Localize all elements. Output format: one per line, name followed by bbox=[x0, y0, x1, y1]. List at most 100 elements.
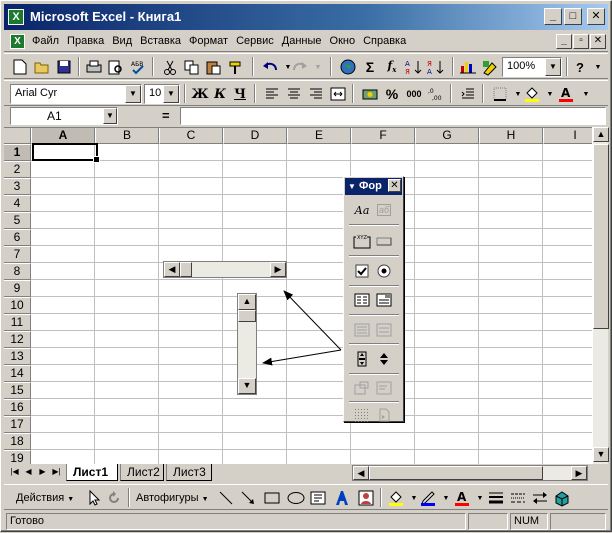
row-header[interactable]: 8 bbox=[4, 263, 31, 280]
menu-item[interactable]: Справка bbox=[363, 35, 406, 47]
sort-descending-icon[interactable]: ЯА bbox=[426, 57, 446, 77]
menu-item[interactable]: Вид bbox=[112, 35, 132, 47]
scroll-left-icon[interactable]: ◀ bbox=[353, 466, 369, 480]
copy-icon[interactable] bbox=[182, 57, 202, 77]
line-color-icon[interactable] bbox=[418, 488, 438, 508]
edit-code-icon[interactable] bbox=[374, 378, 394, 398]
line-icon[interactable] bbox=[216, 488, 236, 508]
help-dropdown-icon[interactable]: ▼ bbox=[588, 57, 608, 77]
excel-app-icon[interactable]: X bbox=[8, 9, 24, 25]
actions-menu[interactable]: Действия ▼ bbox=[16, 492, 74, 504]
3d-style-icon[interactable] bbox=[552, 488, 572, 508]
workbook-icon[interactable]: X bbox=[10, 34, 25, 49]
menu-item[interactable]: Файл bbox=[32, 35, 59, 47]
scroll-thumb[interactable] bbox=[369, 466, 543, 480]
cut-icon[interactable] bbox=[160, 57, 180, 77]
arrow-icon[interactable] bbox=[238, 488, 258, 508]
chevron-down-icon[interactable]: ▼ bbox=[103, 108, 117, 124]
chevron-down-icon[interactable]: ▼ bbox=[125, 85, 141, 103]
chevron-down-icon[interactable]: ▼ bbox=[238, 378, 256, 394]
toggle-grid-icon[interactable] bbox=[352, 405, 372, 425]
font-size-select[interactable]: 10 ▼ bbox=[144, 84, 180, 104]
cell-area[interactable] bbox=[31, 144, 592, 464]
row-header[interactable]: 2 bbox=[4, 161, 31, 178]
row-header[interactable]: 18 bbox=[4, 433, 31, 450]
wordart-icon[interactable] bbox=[332, 488, 352, 508]
sheet-vertical-scrollbar[interactable]: ▲ ▼ bbox=[592, 127, 609, 464]
scroll-thumb[interactable] bbox=[593, 144, 609, 329]
bold-button[interactable]: Ж bbox=[190, 84, 210, 104]
undo-icon[interactable] bbox=[260, 57, 280, 77]
column-header[interactable]: I bbox=[543, 128, 592, 144]
column-header[interactable]: B bbox=[95, 128, 159, 144]
chevron-left-icon[interactable]: ◀ bbox=[164, 262, 180, 277]
forms-menu-icon[interactable]: ▼ bbox=[348, 182, 356, 191]
combo-list-edit-icon[interactable] bbox=[352, 320, 372, 340]
italic-button[interactable]: К bbox=[210, 84, 230, 104]
dash-style-icon[interactable] bbox=[508, 488, 528, 508]
forms-close-button[interactable]: ✕ bbox=[388, 179, 401, 192]
zoom-select[interactable]: 100% ▼ bbox=[502, 57, 562, 77]
row-header[interactable]: 10 bbox=[4, 297, 31, 314]
name-box[interactable]: A1 ▼ bbox=[10, 107, 118, 125]
list-box-icon[interactable] bbox=[352, 290, 372, 310]
sort-ascending-icon[interactable]: АЯ bbox=[404, 57, 424, 77]
row-header[interactable]: 7 bbox=[4, 246, 31, 263]
spelling-icon[interactable]: АБВ bbox=[128, 57, 148, 77]
next-sheet-icon[interactable]: ▶ bbox=[36, 465, 49, 480]
row-header[interactable]: 19 bbox=[4, 450, 31, 464]
scrollbar-thumb[interactable] bbox=[180, 262, 192, 277]
chevron-down-icon[interactable]: ▼ bbox=[545, 58, 561, 76]
draw-font-color-icon[interactable]: A bbox=[452, 488, 472, 508]
thousands-separator-button[interactable]: 000 bbox=[404, 84, 424, 104]
menu-item[interactable]: Вставка bbox=[140, 35, 181, 47]
increase-decimal-icon[interactable]: ,0,00 bbox=[426, 84, 446, 104]
menu-item[interactable]: Формат bbox=[189, 35, 228, 47]
fill-color-icon[interactable] bbox=[522, 84, 542, 104]
autosum-icon[interactable]: Σ bbox=[360, 57, 380, 77]
redo-icon[interactable] bbox=[290, 57, 310, 77]
combo-box-icon[interactable] bbox=[374, 290, 394, 310]
menu-item[interactable]: Правка bbox=[67, 35, 104, 47]
scroll-up-icon[interactable]: ▲ bbox=[593, 127, 609, 142]
run-dialog-icon[interactable] bbox=[374, 405, 394, 425]
menu-item[interactable]: Сервис bbox=[236, 35, 274, 47]
row-header[interactable]: 17 bbox=[4, 416, 31, 433]
autoshapes-menu[interactable]: Автофигуры ▼ bbox=[136, 492, 209, 504]
select-objects-icon[interactable] bbox=[84, 488, 104, 508]
sheet-horizontal-scrollbar[interactable]: ◀ ▶ bbox=[352, 465, 588, 481]
line-style-icon[interactable] bbox=[486, 488, 506, 508]
sheet-tab[interactable]: Лист1 bbox=[66, 464, 118, 481]
scroll-down-icon[interactable]: ▼ bbox=[593, 447, 609, 462]
align-right-icon[interactable] bbox=[306, 84, 326, 104]
print-preview-icon[interactable] bbox=[106, 57, 126, 77]
row-header[interactable]: 1 bbox=[4, 144, 31, 161]
doc-minimize-button[interactable]: _ bbox=[556, 34, 572, 49]
row-header[interactable]: 16 bbox=[4, 399, 31, 416]
menu-item[interactable]: Данные bbox=[282, 35, 322, 47]
label-icon[interactable]: Аа bbox=[352, 200, 372, 220]
underline-button[interactable]: Ч bbox=[230, 84, 250, 104]
minimize-button[interactable]: _ bbox=[544, 8, 562, 25]
row-header[interactable]: 11 bbox=[4, 314, 31, 331]
row-header[interactable]: 12 bbox=[4, 331, 31, 348]
borders-icon[interactable] bbox=[490, 84, 510, 104]
sheet-tab[interactable]: Лист3 bbox=[166, 464, 212, 481]
row-header[interactable]: 6 bbox=[4, 229, 31, 246]
active-cell-a1[interactable] bbox=[32, 143, 100, 163]
select-all-corner[interactable] bbox=[4, 128, 31, 144]
column-header[interactable]: D bbox=[223, 128, 287, 144]
merge-center-icon[interactable] bbox=[328, 84, 348, 104]
form-vertical-scrollbar[interactable]: ▲ ▼ bbox=[237, 293, 257, 395]
doc-restore-button[interactable]: ▫ bbox=[573, 34, 589, 49]
web-globe-icon[interactable] bbox=[338, 57, 358, 77]
chart-wizard-icon[interactable] bbox=[458, 57, 478, 77]
new-icon[interactable] bbox=[10, 57, 30, 77]
free-rotate-icon[interactable] bbox=[104, 488, 124, 508]
decrease-indent-icon[interactable] bbox=[458, 84, 478, 104]
column-header[interactable]: C bbox=[159, 128, 223, 144]
print-icon[interactable] bbox=[84, 57, 104, 77]
open-icon[interactable] bbox=[32, 57, 52, 77]
clipart-icon[interactable] bbox=[356, 488, 376, 508]
scrollbar-thumb[interactable] bbox=[238, 310, 256, 322]
